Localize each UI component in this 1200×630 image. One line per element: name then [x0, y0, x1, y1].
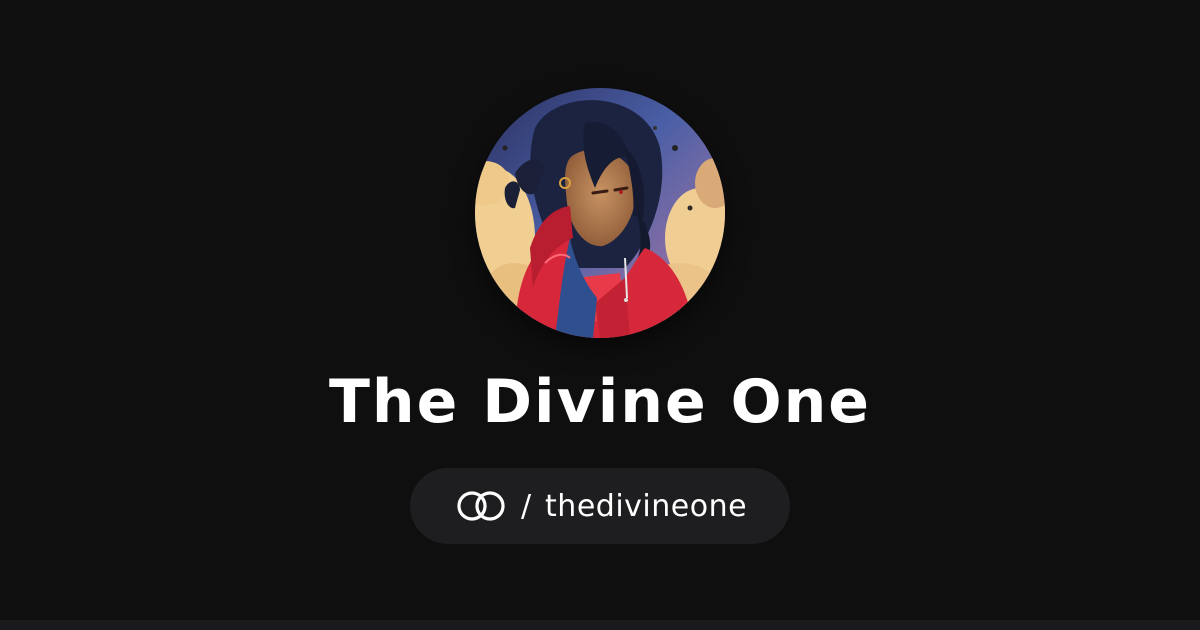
profile-avatar	[475, 88, 725, 338]
profile-name: The Divine One	[329, 367, 871, 437]
share-card: The Divine One / thedivineone	[0, 0, 1200, 630]
bottom-divider	[0, 620, 1200, 630]
profile-handle: thedivineone	[545, 488, 748, 524]
avatar-illustration	[475, 88, 725, 338]
interlocking-circles-icon	[453, 489, 509, 523]
profile-handle-link[interactable]: / thedivineone	[410, 468, 790, 544]
handle-separator: /	[520, 488, 532, 524]
